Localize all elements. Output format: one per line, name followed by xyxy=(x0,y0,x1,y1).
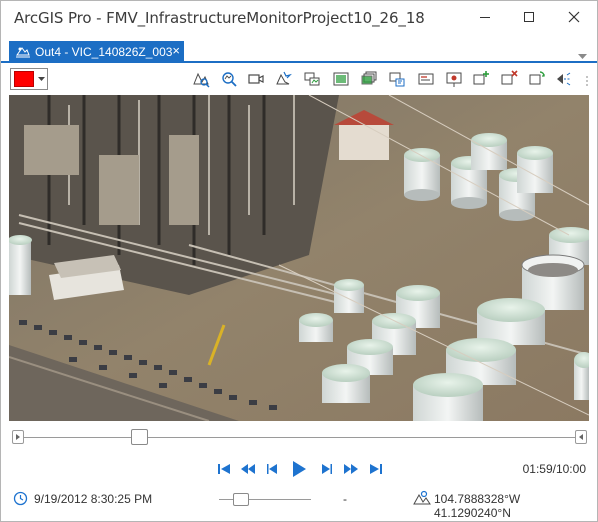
caret-right-icon xyxy=(16,434,20,440)
playback-speed-slider[interactable] xyxy=(219,489,311,509)
step-back-icon xyxy=(267,464,277,474)
metadata-button[interactable] xyxy=(416,69,436,89)
add-marker-icon xyxy=(446,72,462,87)
status-bar: 9/19/2012 8:30:25 PM - 104.7888328°W 41.… xyxy=(1,487,597,520)
minimize-icon xyxy=(480,17,490,18)
play-icon xyxy=(293,461,306,477)
coordinates: 104.7888328°W 41.1290240°N xyxy=(434,492,521,520)
measure-icon xyxy=(557,72,571,86)
metadata-icon xyxy=(418,73,434,85)
close-icon xyxy=(568,11,580,23)
skip-to-start-button[interactable] xyxy=(215,459,233,479)
video-frame xyxy=(9,95,589,421)
playback-controls xyxy=(215,459,385,479)
close-button[interactable] xyxy=(552,1,596,33)
zoom-to-frame-button[interactable] xyxy=(219,69,239,89)
tab-video-out4[interactable]: Out4 - VIC_140826Z_003 × xyxy=(9,41,184,63)
maximize-icon xyxy=(524,12,534,22)
timeline-slider[interactable] xyxy=(12,429,587,447)
timeline-start-handle[interactable] xyxy=(12,430,24,444)
color-swatch xyxy=(14,71,34,87)
sync-button[interactable] xyxy=(527,69,547,89)
timeline-thumb[interactable] xyxy=(130,429,148,445)
overflow-icon xyxy=(586,76,588,86)
skip-to-start-icon xyxy=(218,464,230,474)
add-marker-button[interactable] xyxy=(444,69,464,89)
export-frame-icon xyxy=(333,72,349,86)
bookmark-icon xyxy=(389,72,405,87)
video-tab-icon xyxy=(16,47,30,58)
play-button[interactable] xyxy=(289,459,309,479)
timeline-track[interactable] xyxy=(24,437,575,438)
sync-icon xyxy=(529,71,545,85)
location-icon xyxy=(413,490,431,505)
speed-value: - xyxy=(343,492,347,506)
export-frame-button[interactable] xyxy=(331,69,351,89)
frame-datetime: 9/19/2012 8:30:25 PM xyxy=(34,492,153,506)
camera-button[interactable] xyxy=(246,69,266,89)
add-feature-button[interactable] xyxy=(471,69,491,89)
follow-platform-icon xyxy=(276,71,292,85)
color-picker[interactable] xyxy=(10,68,48,90)
maximize-button[interactable] xyxy=(507,1,551,33)
zoom-to-footprint-button[interactable] xyxy=(191,69,211,89)
export-multiple-frames-icon xyxy=(361,71,377,85)
chevron-down-icon xyxy=(38,76,45,81)
rewind-icon xyxy=(241,464,255,474)
measure-button[interactable] xyxy=(554,69,574,89)
fast-forward-icon xyxy=(344,464,358,474)
add-feature-icon xyxy=(473,71,489,85)
toolbar-overflow-button[interactable] xyxy=(585,75,589,90)
tab-strip: Out4 - VIC_140826Z_003 × xyxy=(1,41,597,63)
speed-thumb[interactable] xyxy=(233,493,249,506)
window-title: ArcGIS Pro - FMV_InfrastructureMonitorPr… xyxy=(14,9,425,27)
video-player[interactable] xyxy=(9,95,589,421)
rewind-button[interactable] xyxy=(239,459,257,479)
skip-to-end-button[interactable] xyxy=(367,459,385,479)
app-window: ArcGIS Pro - FMV_InfrastructureMonitorPr… xyxy=(0,0,598,522)
caret-left-icon xyxy=(579,434,583,440)
step-forward-icon xyxy=(322,464,332,474)
skip-to-end-icon xyxy=(370,464,382,474)
title-bar: ArcGIS Pro - FMV_InfrastructureMonitorPr… xyxy=(1,1,597,35)
fmv-toolbar xyxy=(1,65,597,93)
capture-frame-icon xyxy=(304,72,320,86)
delete-feature-button[interactable] xyxy=(499,69,519,89)
camera-icon xyxy=(248,74,264,84)
chevron-down-icon xyxy=(578,54,587,59)
tab-list-dropdown[interactable] xyxy=(578,49,587,63)
export-multiple-frames-button[interactable] xyxy=(359,69,379,89)
clock-icon xyxy=(13,491,28,506)
zoom-to-footprint-icon xyxy=(193,72,210,88)
step-forward-button[interactable] xyxy=(319,459,335,479)
bookmark-button[interactable] xyxy=(387,69,407,89)
step-back-button[interactable] xyxy=(264,459,280,479)
follow-platform-button[interactable] xyxy=(274,69,294,89)
minimize-button[interactable] xyxy=(463,1,507,33)
delete-feature-icon xyxy=(501,70,518,85)
tab-close-button[interactable]: × xyxy=(172,43,180,58)
playback-time: 01:59/10:00 xyxy=(522,462,586,476)
zoom-to-frame-icon xyxy=(222,72,237,87)
tab-label: Out4 - VIC_140826Z_003 xyxy=(35,45,173,59)
timeline-end-handle[interactable] xyxy=(575,430,587,444)
fast-forward-button[interactable] xyxy=(342,459,360,479)
capture-frame-button[interactable] xyxy=(302,69,322,89)
